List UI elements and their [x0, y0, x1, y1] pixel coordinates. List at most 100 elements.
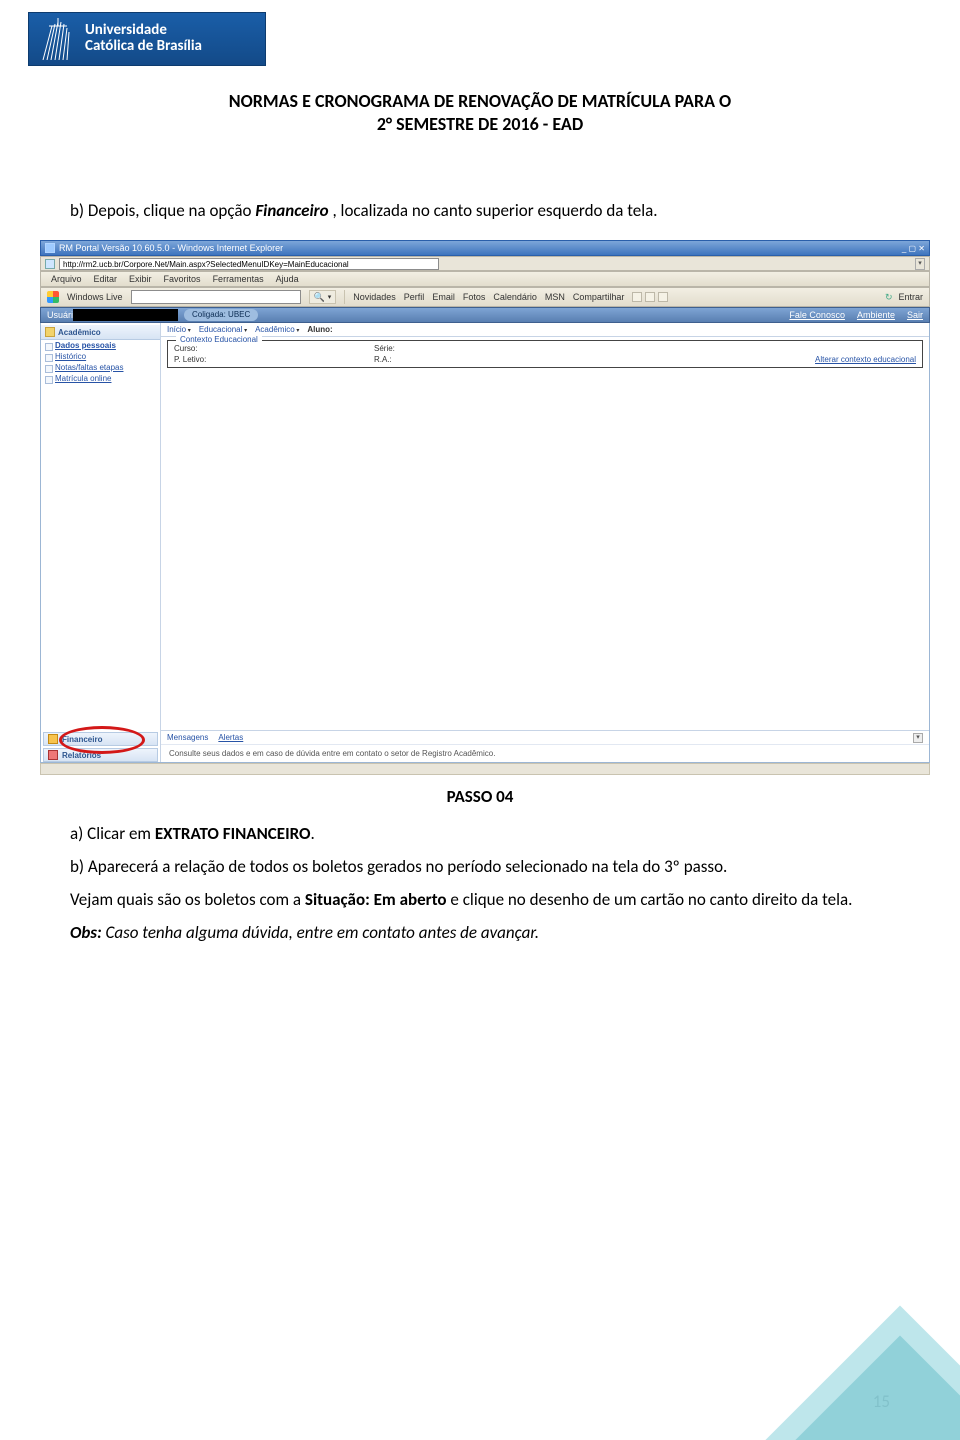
ie-status-bar [40, 763, 930, 775]
tool-msn[interactable]: MSN [545, 292, 565, 302]
window-title: RM Portal Versão 10.60.5.0 - Windows Int… [59, 243, 283, 253]
windows-live-label: Windows Live [67, 292, 123, 302]
logo-text: Universidade Católica de Brasília [85, 23, 202, 55]
tool-email[interactable]: Email [432, 292, 455, 302]
sidebar-relatorios-label: Relatórios [62, 751, 101, 760]
p-a-bold: EXTRATO FINANCEIRO [155, 823, 311, 844]
coligada-chip: Coligada: UBEC [184, 309, 258, 321]
crumb-inicio[interactable]: Início [167, 325, 191, 334]
usuario-label: Usuári [47, 310, 73, 320]
entrar-link[interactable]: Entrar [898, 292, 923, 302]
ie-titlebar: RM Portal Versão 10.60.5.0 - Windows Int… [40, 240, 930, 256]
main-pane: Início Educacional Acadêmico Aluno: Cont… [161, 323, 929, 762]
label-serie: Série: [374, 344, 574, 353]
logo-mark-icon [37, 18, 77, 60]
sidebar-item-matricula-online[interactable]: Matrícula online [41, 373, 160, 384]
page-accent [720, 1250, 960, 1440]
portal-top-links: Fale Conosco Ambiente Sair [789, 310, 923, 320]
ie-icon [45, 243, 55, 253]
intro-paragraph: b) Depois, clique na opção Financeiro , … [70, 200, 890, 223]
window-controls[interactable]: _ ▢ ✕ [902, 244, 925, 253]
obs-prefix: Obs: [70, 922, 102, 943]
sidebar-financeiro[interactable]: Financeiro [43, 732, 158, 746]
link-sair[interactable]: Sair [907, 310, 923, 320]
sidebar-head-label: Acadêmico [58, 328, 101, 337]
portal-body: Acadêmico Dados pessoais Histórico Notas… [40, 323, 930, 763]
logo-line2: Católica de Brasília [85, 38, 202, 55]
title-line2: 2° SEMESTRE DE 2016 - EAD [0, 113, 960, 136]
menu-arquivo[interactable]: Arquivo [51, 274, 82, 284]
intro-prefix: b) Depois, clique na opção [70, 200, 255, 221]
search-icon: 🔍 [314, 292, 325, 303]
portal-top-bar: Usuári Coligada: UBEC Fale Conosco Ambie… [40, 307, 930, 323]
financeiro-icon [48, 734, 58, 744]
url-dropdown-icon[interactable]: ▾ [915, 258, 925, 270]
breadcrumb: Início Educacional Acadêmico Aluno: [161, 323, 929, 337]
sidebar: Acadêmico Dados pessoais Histórico Notas… [41, 323, 161, 762]
sidebar-financeiro-label: Financeiro [62, 735, 102, 744]
contexto-title: Contexto Educacional [176, 335, 262, 344]
menu-ajuda[interactable]: Ajuda [276, 274, 299, 284]
page-number: 15 [873, 1391, 890, 1412]
p-c-suffix: e clique no desenho de um cartão no cant… [447, 889, 853, 910]
obs-rest: Caso tenha alguma dúvida, entre em conta… [102, 922, 539, 943]
sidebar-item-dados-pessoais[interactable]: Dados pessoais [41, 340, 160, 351]
intro-keyword: Financeiro [255, 200, 328, 221]
tool-novidades[interactable]: Novidades [353, 292, 396, 302]
relatorios-icon [48, 750, 58, 760]
alterar-contexto-link[interactable]: Alterar contexto educacional [574, 355, 916, 364]
url-field[interactable]: http://rm2.ucb.br/Corpore.Net/Main.aspx?… [59, 258, 439, 270]
tab-alertas[interactable]: Alertas [218, 733, 243, 742]
p-c-prefix: Vejam quais são os boletos com a [70, 889, 305, 910]
university-logo: Universidade Católica de Brasília [28, 12, 266, 66]
link-fale-conosco[interactable]: Fale Conosco [789, 310, 845, 320]
search-button[interactable]: 🔍▾ [309, 290, 337, 304]
paragraph-b: b) Aparecerá a relação de todos os bolet… [70, 856, 890, 879]
sidebar-item-notas-faltas[interactable]: Notas/faltas etapas [41, 362, 160, 373]
intro-suffix: , localizada no canto superior esquerdo … [332, 200, 657, 221]
crumb-aluno: Aluno: [307, 325, 332, 334]
sidebar-head-academico[interactable]: Acadêmico [41, 325, 160, 340]
crumb-academico[interactable]: Acadêmico [255, 325, 299, 334]
paragraph-obs: Obs: Caso tenha alguma dúvida, entre em … [70, 922, 890, 945]
screenshot: RM Portal Versão 10.60.5.0 - Windows Int… [40, 240, 930, 775]
label-pletivo: P. Letivo: [174, 355, 374, 364]
messages-bar: Mensagens Alertas ▾ [161, 730, 929, 744]
tab-mensagens[interactable]: Mensagens [167, 733, 208, 742]
p-a-suffix: . [311, 823, 315, 844]
contexto-educacional-panel: Contexto Educacional Curso: Série: P. Le… [167, 340, 923, 368]
tool-perfil[interactable]: Perfil [404, 292, 425, 302]
sync-icon[interactable]: ↻ [885, 292, 893, 303]
crumb-educacional[interactable]: Educacional [199, 325, 247, 334]
menu-favoritos[interactable]: Favoritos [164, 274, 201, 284]
tool-compartilhar[interactable]: Compartilhar [573, 292, 625, 302]
help-text: Consulte seus dados e em caso de dúvida … [161, 744, 929, 762]
page-favicon-icon [45, 259, 55, 269]
ie-menu-bar: Arquivo Editar Exibir Favoritos Ferramen… [40, 271, 930, 287]
label-curso: Curso: [174, 344, 374, 353]
redacted-block [73, 309, 178, 321]
windows-live-toolbar: Windows Live 🔍▾ Novidades Perfil Email F… [40, 287, 930, 307]
paragraph-c: Vejam quais são os boletos com a Situaçã… [70, 889, 890, 912]
windows-live-icon [47, 291, 59, 303]
menu-exibir[interactable]: Exibir [129, 274, 152, 284]
p-c-bold: Situação: Em aberto [305, 889, 447, 910]
paragraph-a: a) Clicar em EXTRATO FINANCEIRO. [70, 823, 890, 846]
sidebar-item-historico[interactable]: Histórico [41, 351, 160, 362]
toolbar-extra-icons[interactable] [632, 292, 668, 302]
content-area [161, 371, 929, 730]
sidebar-relatorios[interactable]: Relatórios [43, 748, 158, 762]
menu-ferramentas[interactable]: Ferramentas [213, 274, 264, 284]
p-a-prefix: a) Clicar em [70, 823, 155, 844]
toolbar-search-input[interactable] [131, 290, 301, 304]
link-ambiente[interactable]: Ambiente [857, 310, 895, 320]
passo-heading: PASSO 04 [70, 786, 890, 809]
academico-icon [45, 327, 55, 337]
logo-line1: Universidade [85, 23, 202, 38]
menu-editar[interactable]: Editar [94, 274, 118, 284]
title-line1: NORMAS E CRONOGRAMA DE RENOVAÇÃO DE MATR… [0, 90, 960, 113]
address-bar: http://rm2.ucb.br/Corpore.Net/Main.aspx?… [40, 256, 930, 271]
tool-calendario[interactable]: Calendário [493, 292, 537, 302]
tool-fotos[interactable]: Fotos [463, 292, 486, 302]
messages-dropdown-icon[interactable]: ▾ [913, 733, 923, 743]
